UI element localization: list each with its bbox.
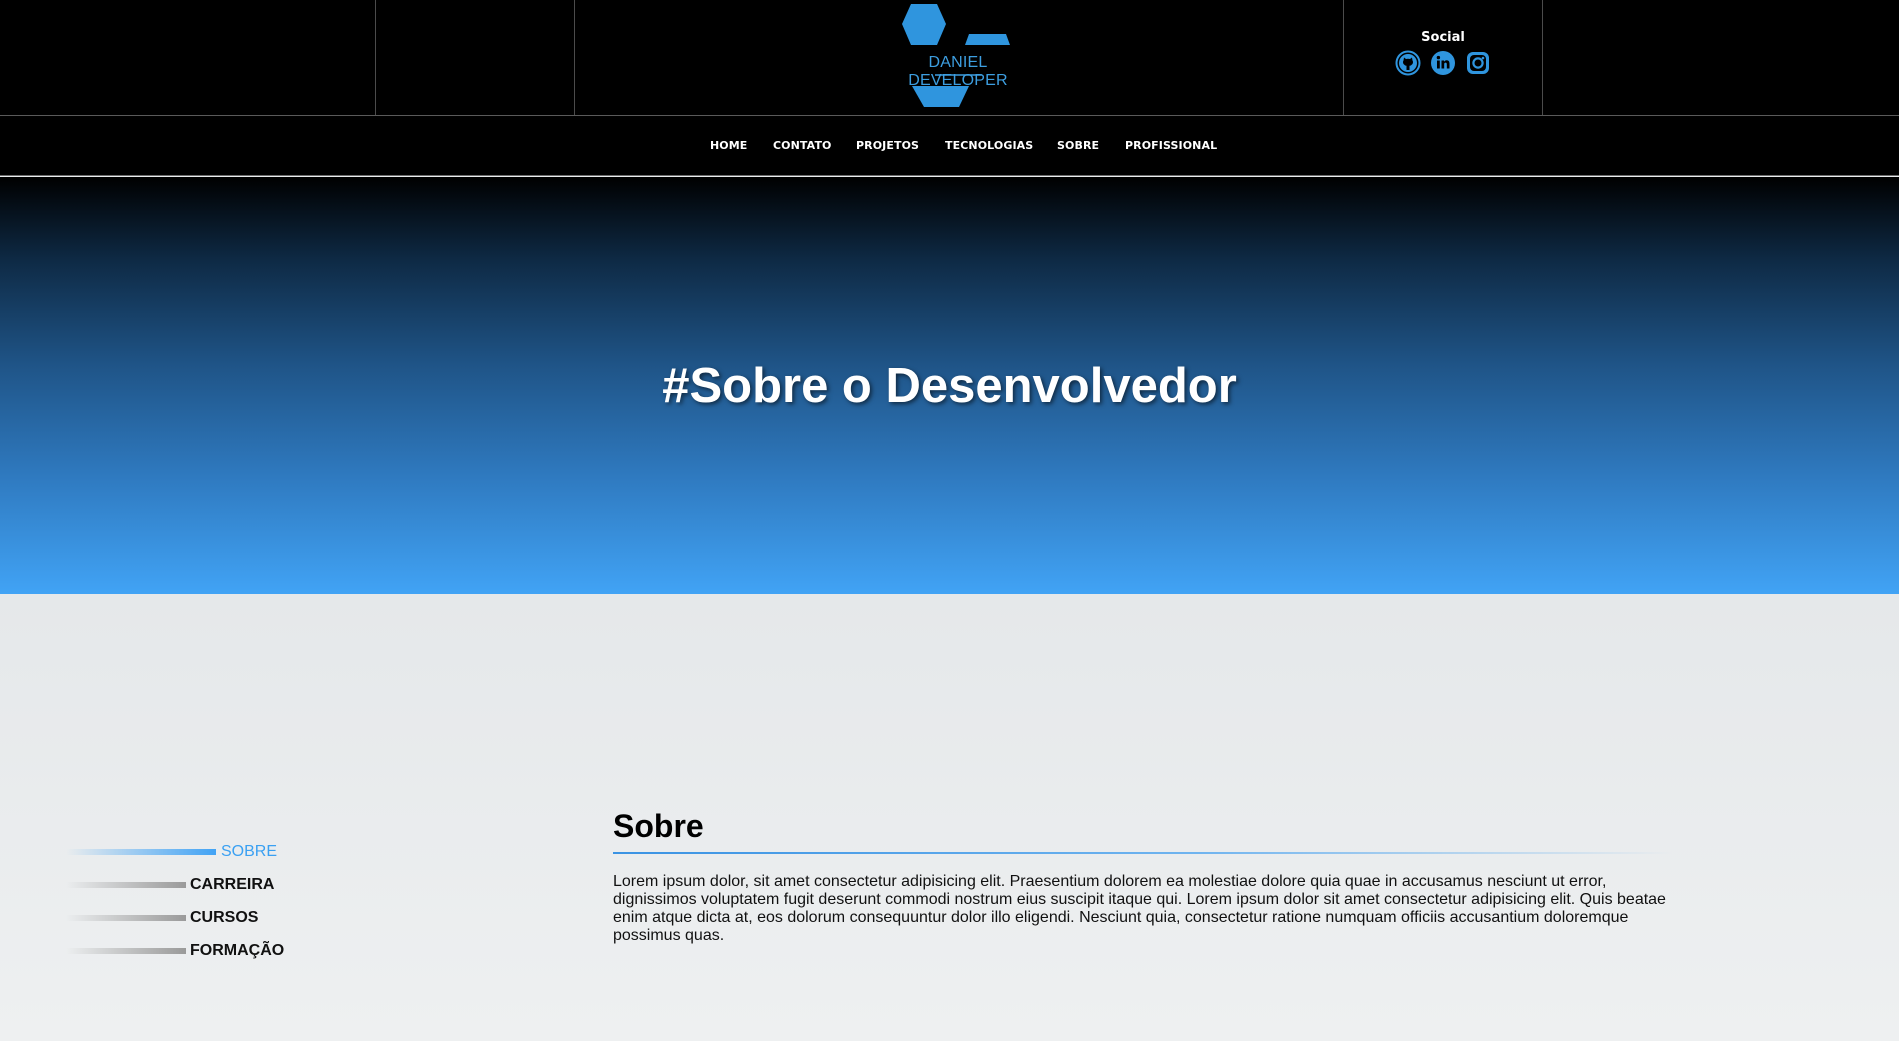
nav-sobre[interactable]: SOBRE bbox=[1057, 139, 1099, 152]
social-icons bbox=[1395, 50, 1495, 78]
side-item-label: SOBRE bbox=[221, 843, 278, 860]
side-item-formacao[interactable]: FORMAÇÃO bbox=[66, 940, 286, 960]
nav-contato[interactable]: CONTATO bbox=[773, 139, 832, 152]
linkedin-icon[interactable] bbox=[1430, 50, 1456, 76]
section-underline bbox=[613, 852, 1673, 854]
side-nav: SOBRE CARREIRA CURSOS FORMAÇÃO bbox=[0, 594, 400, 1041]
social-block: Social bbox=[1343, 28, 1543, 88]
content-area: SOBRE CARREIRA CURSOS FORMAÇÃO Sobre Lor… bbox=[0, 594, 1899, 1041]
header-divider bbox=[375, 0, 376, 115]
main-nav: HOME CONTATO PROJETOS TECNOLOGIAS SOBRE … bbox=[0, 116, 1899, 176]
side-item-carreira[interactable]: CARREIRA bbox=[66, 874, 286, 894]
side-indicator-bar bbox=[66, 915, 186, 921]
section-title: Sobre bbox=[613, 808, 704, 844]
top-header: DANIEL DEVELOPER Social bbox=[0, 0, 1899, 116]
section-text: Lorem ipsum dolor, sit amet consectetur … bbox=[613, 873, 1666, 944]
side-item-label: FORMAÇÃO bbox=[190, 942, 285, 959]
header-divider bbox=[574, 0, 575, 115]
about-section: Sobre Lorem ipsum dolor, sit amet consec… bbox=[613, 806, 1673, 945]
logo-text: DANIEL DEVELOPER bbox=[908, 54, 1008, 89]
social-title: Social bbox=[1421, 30, 1465, 45]
nav-profissional[interactable]: PROFISSIONAL bbox=[1125, 139, 1217, 152]
nav-projetos[interactable]: PROJETOS bbox=[856, 139, 919, 152]
hero-banner: #Sobre o Desenvolvedor bbox=[0, 177, 1899, 594]
side-item-label: CURSOS bbox=[190, 909, 259, 926]
nav-tecnologias[interactable]: TECNOLOGIAS bbox=[945, 139, 1033, 152]
github-icon[interactable] bbox=[1395, 50, 1421, 76]
site-logo[interactable]: DANIEL DEVELOPER bbox=[878, 0, 1038, 112]
hero-title: #Sobre o Desenvolvedor bbox=[662, 359, 1237, 413]
instagram-icon[interactable] bbox=[1465, 50, 1491, 76]
side-item-label: CARREIRA bbox=[190, 876, 275, 893]
side-indicator-bar bbox=[66, 948, 186, 954]
side-item-sobre[interactable]: SOBRE bbox=[66, 841, 286, 861]
side-indicator-bar bbox=[66, 849, 216, 855]
side-item-cursos[interactable]: CURSOS bbox=[66, 907, 286, 927]
nav-home[interactable]: HOME bbox=[710, 139, 747, 152]
side-indicator-bar bbox=[66, 882, 186, 888]
